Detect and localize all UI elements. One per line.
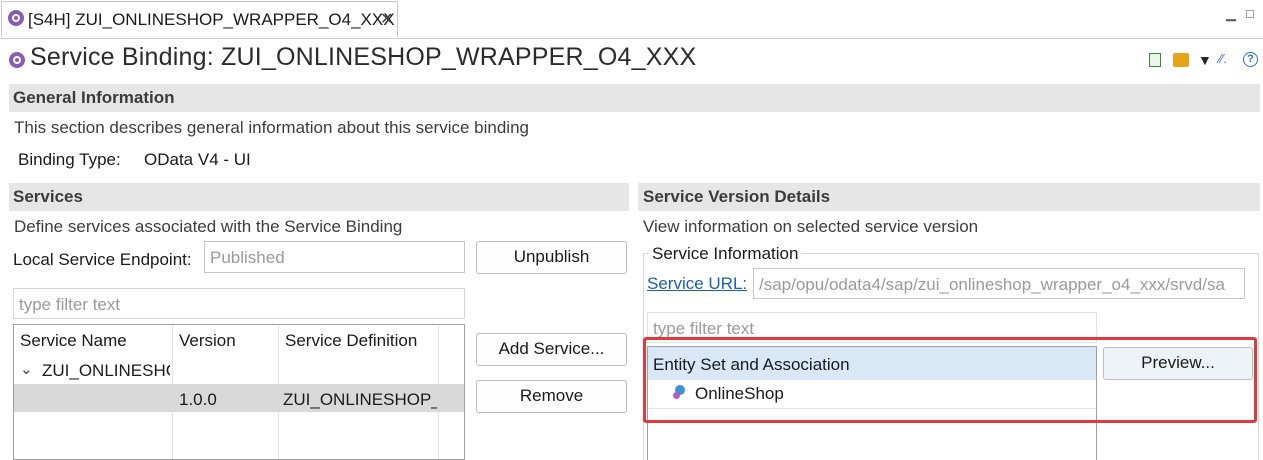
publish-icon[interactable]: [1173, 53, 1189, 67]
entity-set-icon: [673, 385, 687, 399]
add-service-button[interactable]: Add Service...: [476, 333, 627, 366]
binding-type-label: Binding Type:: [18, 150, 121, 169]
tab-title: [S4H] ZUI_ONLINESHOP_WRAPPER_O4_XXX: [28, 10, 395, 29]
entity-tree-row[interactable]: OnlineShop: [648, 380, 1096, 409]
binding-type-value: OData V4 - UI: [144, 150, 251, 169]
section-description: This section describes general informati…: [14, 118, 529, 137]
service-definition: ZUI_ONLINESHOP_\: [283, 390, 437, 409]
chevron-down-icon[interactable]: ⌄: [20, 360, 33, 378]
minimize-icon[interactable]: ▁: [1226, 6, 1236, 22]
section-title: Service Version Details: [643, 187, 831, 206]
chevron-down-icon[interactable]: ▼: [1198, 52, 1212, 68]
general-information-section: General Information: [9, 84, 1260, 112]
section-title: Services: [13, 187, 83, 206]
column-header-version[interactable]: Version: [179, 331, 236, 351]
service-version-details-section: Service Version Details: [638, 183, 1260, 211]
section-description: View information on selected service ver…: [643, 217, 979, 236]
entity-filter-input[interactable]: type filter text: [647, 312, 1097, 343]
services-tree-table[interactable]: Service Name Version Service Definition …: [13, 324, 465, 460]
entity-tree-header-row[interactable]: Entity Set and Association: [648, 347, 1096, 380]
editor-tab-bar: [S4H] ZUI_ONLINESHOP_WRAPPER_O4_XXX ✕ ▁ …: [0, 0, 1263, 39]
column-header-service-definition[interactable]: Service Definition: [285, 331, 417, 351]
section-description: Define services associated with the Serv…: [14, 217, 403, 236]
services-section: Services: [9, 183, 629, 211]
service-url-field[interactable]: /sap/opu/odata4/sap/zui_onlineshop_wrapp…: [753, 268, 1245, 299]
help-icon[interactable]: ?: [1243, 52, 1258, 67]
service-url-link[interactable]: Service URL:: [647, 274, 747, 294]
service-version: 1.0.0: [179, 390, 217, 409]
tree-row-version[interactable]: 1.0.0 ZUI_ONLINESHOP_\: [14, 384, 464, 412]
tree-row-service[interactable]: ⌄ ZUI_ONLINESHC: [14, 357, 464, 383]
preview-button[interactable]: Preview...: [1103, 347, 1253, 380]
section-title: General Information: [13, 88, 175, 107]
close-icon[interactable]: ✕: [380, 9, 393, 29]
column-header-service-name[interactable]: Service Name: [20, 331, 127, 351]
unpublish-button[interactable]: Unpublish: [476, 241, 627, 274]
service-binding-icon: [9, 52, 25, 68]
remove-button[interactable]: Remove: [476, 380, 627, 413]
entity-header: Entity Set and Association: [653, 355, 850, 374]
maximize-icon[interactable]: □: [1246, 6, 1254, 21]
services-filter-input[interactable]: type filter text: [13, 288, 465, 319]
entity-item: OnlineShop: [695, 384, 784, 403]
group-label: Service Information: [649, 244, 802, 264]
service-binding-icon: [8, 10, 24, 26]
endpoint-label: Local Service Endpoint:: [13, 250, 192, 269]
document-icon[interactable]: [1149, 53, 1161, 67]
endpoint-field: Published: [204, 241, 465, 273]
service-name: ZUI_ONLINESHC: [42, 361, 170, 380]
link-icon[interactable]: ⁄⁄.: [1219, 51, 1227, 66]
page-title: Service Binding: ZUI_ONLINESHOP_WRAPPER_…: [30, 43, 697, 71]
editor-tab[interactable]: [S4H] ZUI_ONLINESHOP_WRAPPER_O4_XXX ✕: [1, 1, 398, 37]
entity-tree[interactable]: Entity Set and Association OnlineShop: [647, 346, 1097, 460]
